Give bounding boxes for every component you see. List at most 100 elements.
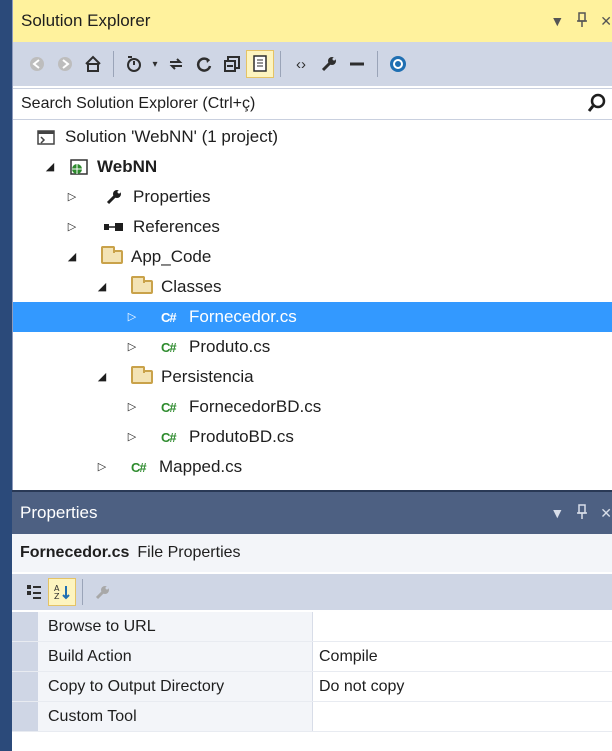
git-icon[interactable] xyxy=(384,50,412,78)
collapsed-arrow-icon[interactable]: ▷ xyxy=(65,190,79,204)
properties-toolbar: AZ xyxy=(12,574,612,610)
tree-item-project[interactable]: ◢ WebNN xyxy=(13,152,612,182)
property-value[interactable] xyxy=(313,702,612,731)
toolbar-separator xyxy=(113,51,114,77)
pin-icon[interactable] xyxy=(576,11,588,31)
property-row[interactable]: Browse to URL xyxy=(12,612,612,642)
object-name: Fornecedor.cs xyxy=(20,544,130,561)
wrench-icon xyxy=(105,186,123,208)
tree-item-label: Properties xyxy=(133,187,211,206)
solution-icon xyxy=(37,126,55,148)
csharp-file-icon: C# xyxy=(161,399,177,415)
row-gutter xyxy=(12,672,38,701)
tree-item-label: Fornecedor.cs xyxy=(189,307,297,326)
property-grid: Browse to URL Build Action Compile Copy … xyxy=(12,612,612,732)
sync-icon[interactable] xyxy=(162,50,190,78)
csharp-file-icon: C# xyxy=(161,309,177,325)
toolbar-separator xyxy=(280,51,281,77)
csharp-file-icon: C# xyxy=(161,339,177,355)
pending-changes-icon[interactable] xyxy=(120,50,148,78)
properties-icon[interactable] xyxy=(315,50,343,78)
show-all-files-icon[interactable] xyxy=(246,50,274,78)
csharp-file-icon: C# xyxy=(131,459,147,475)
collapsed-arrow-icon[interactable]: ▷ xyxy=(95,460,109,474)
tree-item-label: Solution 'WebNN' (1 project) xyxy=(65,127,279,146)
ide-window: Solution Explorer ▼ ✕ ▾ ‹› Search Soluti… xyxy=(0,0,612,751)
close-icon[interactable]: ✕ xyxy=(600,505,612,522)
refresh-icon[interactable] xyxy=(190,50,218,78)
property-name: Copy to Output Directory xyxy=(38,672,313,701)
tree-item-fornecedorbd-cs[interactable]: ▷ C# FornecedorBD.cs xyxy=(13,392,612,422)
properties-panel: Properties ▼ ✕ Fornecedor.cs File Proper… xyxy=(12,492,612,751)
close-icon[interactable]: ✕ xyxy=(600,13,612,30)
property-row[interactable]: Build Action Compile xyxy=(12,642,612,672)
toolbar-separator xyxy=(82,579,83,605)
solution-explorer-title: Solution Explorer xyxy=(21,11,151,30)
tree-item-persistencia[interactable]: ◢ Persistencia xyxy=(13,362,612,392)
expanded-arrow-icon[interactable]: ◢ xyxy=(65,250,79,264)
dropdown-arrow-icon[interactable]: ▼ xyxy=(550,505,564,521)
tree-item-fornecedor-cs[interactable]: ▷ C# Fornecedor.cs xyxy=(13,302,612,332)
solution-tree: Solution 'WebNN' (1 project) ◢ WebNN ▷ P… xyxy=(13,122,612,490)
row-gutter xyxy=(12,642,38,671)
search-input[interactable]: Search Solution Explorer (Ctrl+ç) xyxy=(13,88,612,120)
tree-item-label: App_Code xyxy=(131,247,212,266)
dropdown-arrow-icon[interactable]: ▼ xyxy=(550,13,564,29)
back-icon[interactable] xyxy=(23,50,51,78)
property-pages-icon[interactable] xyxy=(89,578,117,606)
collapse-all-icon[interactable] xyxy=(218,50,246,78)
solution-explorer-titlebar[interactable]: Solution Explorer ▼ ✕ xyxy=(13,0,612,42)
categorized-icon[interactable] xyxy=(20,578,48,606)
property-name: Custom Tool xyxy=(38,702,313,731)
search-placeholder: Search Solution Explorer (Ctrl+ç) xyxy=(21,95,256,112)
solution-explorer-panel: Solution Explorer ▼ ✕ ▾ ‹› Search Soluti… xyxy=(12,0,612,490)
property-row[interactable]: Custom Tool xyxy=(12,702,612,732)
preview-icon[interactable] xyxy=(343,50,371,78)
object-type: File Properties xyxy=(137,544,241,561)
collapsed-arrow-icon[interactable]: ▷ xyxy=(125,310,139,324)
tree-item-properties[interactable]: ▷ Properties xyxy=(13,182,612,212)
tree-item-label: Persistencia xyxy=(161,367,254,386)
alphabetical-icon[interactable]: AZ xyxy=(48,578,76,606)
property-row[interactable]: Copy to Output Directory Do not copy xyxy=(12,672,612,702)
tree-item-label: ProdutoBD.cs xyxy=(189,427,294,446)
expanded-arrow-icon[interactable]: ◢ xyxy=(95,280,109,294)
home-icon[interactable] xyxy=(79,50,107,78)
expanded-arrow-icon[interactable]: ◢ xyxy=(95,370,109,384)
collapsed-arrow-icon[interactable]: ▷ xyxy=(125,430,139,444)
forward-icon[interactable] xyxy=(51,50,79,78)
view-code-icon[interactable]: ‹› xyxy=(287,50,315,78)
tree-item-classes[interactable]: ◢ Classes xyxy=(13,272,612,302)
tree-item-references[interactable]: ▷ References xyxy=(13,212,612,242)
tree-item-produto-cs[interactable]: ▷ C# Produto.cs xyxy=(13,332,612,362)
collapsed-arrow-icon[interactable]: ▷ xyxy=(125,400,139,414)
property-name: Browse to URL xyxy=(38,612,313,641)
web-project-icon xyxy=(69,156,89,178)
expanded-arrow-icon[interactable]: ◢ xyxy=(43,160,57,174)
folder-icon xyxy=(101,246,123,268)
tree-item-solution[interactable]: Solution 'WebNN' (1 project) xyxy=(13,122,612,152)
svg-text:Z: Z xyxy=(54,592,60,601)
collapsed-arrow-icon[interactable]: ▷ xyxy=(125,340,139,354)
solution-explorer-toolbar: ▾ ‹› xyxy=(13,42,612,86)
tree-item-label: FornecedorBD.cs xyxy=(189,397,322,416)
properties-title: Properties xyxy=(20,503,98,522)
pin-icon[interactable] xyxy=(576,503,588,523)
tree-item-mapped-cs[interactable]: ▷ C# Mapped.cs xyxy=(13,452,612,482)
collapsed-arrow-icon[interactable]: ▷ xyxy=(65,220,79,234)
tree-item-produtobd-cs[interactable]: ▷ C# ProdutoBD.cs xyxy=(13,422,612,452)
folder-icon xyxy=(131,276,153,298)
references-icon xyxy=(103,216,125,238)
folder-icon xyxy=(131,366,153,388)
tree-item-label: References xyxy=(133,217,220,236)
property-value[interactable] xyxy=(313,612,612,641)
tree-item-label: Produto.cs xyxy=(189,337,271,356)
properties-object-selector[interactable]: Fornecedor.cs File Properties xyxy=(12,534,612,572)
property-value[interactable]: Compile xyxy=(313,642,612,671)
tree-item-app-code[interactable]: ◢ App_Code xyxy=(13,242,612,272)
toolbar-separator xyxy=(377,51,378,77)
search-icon[interactable] xyxy=(586,92,608,116)
properties-titlebar[interactable]: Properties ▼ ✕ xyxy=(12,492,612,534)
property-value[interactable]: Do not copy xyxy=(313,672,612,701)
dropdown-small-icon[interactable]: ▾ xyxy=(148,50,162,78)
